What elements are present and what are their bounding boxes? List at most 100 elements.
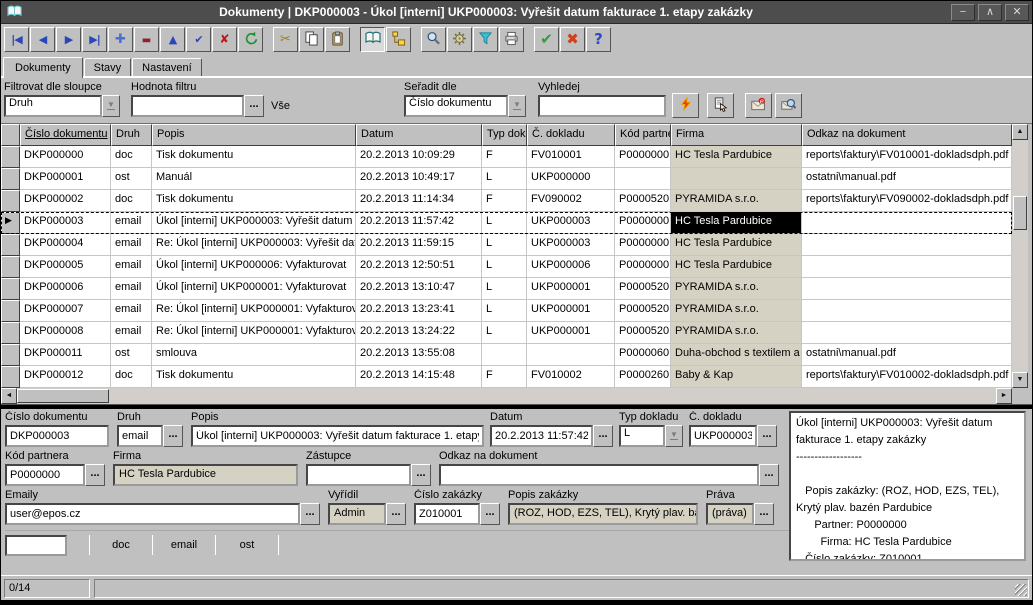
zastupce-input[interactable] (306, 464, 411, 486)
cell[interactable]: 20.2.2013 11:59:15 (356, 234, 482, 256)
cell[interactable]: FV090002 (527, 190, 615, 212)
cell[interactable]: P0000060 (615, 344, 671, 366)
cell[interactable]: 20.2.2013 13:23:41 (356, 300, 482, 322)
cell[interactable]: ost (111, 344, 152, 366)
cell[interactable]: UKP000001 (527, 300, 615, 322)
cell[interactable]: Úkol [interni] UKP000001: Vyfakturovat (152, 278, 356, 300)
cell[interactable]: HC Tesla Pardubice (671, 146, 802, 168)
type-filter-box[interactable] (5, 535, 67, 556)
cell[interactable]: L (482, 322, 527, 344)
filter-value-ellipsis-button[interactable]: ... (244, 95, 264, 117)
scroll-right-icon[interactable]: ► (996, 388, 1012, 404)
quick-search-button[interactable] (672, 93, 699, 118)
cell[interactable]: email (111, 322, 152, 344)
cell[interactable] (482, 344, 527, 366)
cell[interactable]: P0000520 (615, 322, 671, 344)
cell[interactable]: Duha-obchod s textilem a (671, 344, 802, 366)
cell[interactable]: 20.2.2013 10:09:29 (356, 146, 482, 168)
cell[interactable]: UKP000000 (527, 168, 615, 190)
tab-dokumenty[interactable]: Dokumenty (3, 57, 83, 78)
cell[interactable]: P0000260 (615, 366, 671, 388)
cell[interactable]: ostatni\manual.pdf (802, 168, 1012, 190)
cell[interactable]: 20.2.2013 13:55:08 (356, 344, 482, 366)
cell[interactable]: UKP000001 (527, 322, 615, 344)
cell[interactable]: L (482, 234, 527, 256)
chevron-down-icon[interactable]: ▼ (665, 425, 683, 447)
type-tab-doc[interactable]: doc (90, 539, 152, 551)
tab-stavy[interactable]: Stavy (84, 58, 132, 77)
cell[interactable]: reports\faktury\FV010001-dokladsdph.pdf (802, 146, 1012, 168)
cell[interactable]: DKP000004 (20, 234, 111, 256)
search-email-button[interactable] (775, 93, 802, 118)
kod-partnera-input[interactable] (5, 464, 85, 486)
delete-record-button[interactable]: ▬ (134, 27, 159, 52)
column-header[interactable]: Odkaz na dokument (802, 124, 1012, 146)
cell[interactable]: P0000000 (615, 212, 671, 234)
column-header[interactable]: Kód partnera (615, 124, 671, 146)
type-tab-ost[interactable]: ost (216, 539, 278, 551)
cell[interactable]: PYRAMIDA s.r.o. (671, 190, 802, 212)
column-header[interactable]: Firma (671, 124, 802, 146)
emaily-input[interactable] (5, 503, 300, 525)
cell[interactable]: FV010001 (527, 146, 615, 168)
cell[interactable]: 20.2.2013 14:15:48 (356, 366, 482, 388)
cell[interactable]: Re: Úkol [interni] UKP000003: Vyřešit da… (152, 234, 356, 256)
cell[interactable]: 20.2.2013 12:50:51 (356, 256, 482, 278)
settings-button[interactable] (447, 27, 472, 52)
table-row[interactable]: DKP000002docTisk dokumentu20.2.2013 11:1… (1, 190, 1012, 212)
popis-input[interactable] (191, 425, 484, 447)
sort-select[interactable]: Číslo dokumentu ▼ (404, 95, 526, 117)
cell[interactable]: email (111, 234, 152, 256)
filter-column-select[interactable]: Druh ▼ (4, 95, 120, 117)
cut-button[interactable]: ✂ (273, 27, 298, 52)
emaily-ellipsis-button[interactable]: ... (300, 503, 320, 525)
cell[interactable]: UKP000003 (527, 212, 615, 234)
minimize-button[interactable]: − (951, 4, 975, 21)
vyridil-ellipsis-button[interactable]: ... (386, 503, 406, 525)
horizontal-scrollbar[interactable]: ◄ ► (1, 388, 1012, 404)
datum-input[interactable] (490, 425, 593, 447)
table-row[interactable]: DKP000004emailRe: Úkol [interni] UKP0000… (1, 234, 1012, 256)
cancel-record-button[interactable]: ✘ (212, 27, 237, 52)
cell[interactable]: Manuál (152, 168, 356, 190)
cell[interactable]: P0000000 (615, 256, 671, 278)
copy-button[interactable] (299, 27, 324, 52)
cell[interactable]: L (482, 168, 527, 190)
druh-ellipsis-button[interactable]: ... (163, 425, 183, 447)
cell[interactable]: Úkol [interni] UKP000006: Vyfakturovat (152, 256, 356, 278)
cell[interactable]: DKP000003 (20, 212, 111, 234)
column-header[interactable]: Č. dokladu (527, 124, 615, 146)
cell[interactable]: P0000000 (615, 234, 671, 256)
help-button[interactable]: ? (586, 27, 611, 52)
cell[interactable]: smlouva (152, 344, 356, 366)
document-preview-memo[interactable]: Úkol [interni] UKP000003: Vyřešit datum … (789, 411, 1026, 561)
cell[interactable]: HC Tesla Pardubice (671, 212, 802, 234)
cell[interactable] (802, 322, 1012, 344)
cell[interactable] (802, 212, 1012, 234)
cell[interactable]: Tisk dokumentu (152, 146, 356, 168)
cislo-dokumentu-input[interactable] (5, 425, 109, 447)
filter-button[interactable] (473, 27, 498, 52)
cell[interactable]: ostatni\manual.pdf (802, 344, 1012, 366)
next-record-button[interactable]: ▶ (56, 27, 81, 52)
search-input[interactable] (538, 95, 666, 117)
table-row[interactable]: DKP000001ostManuál20.2.2013 10:49:17LUKP… (1, 168, 1012, 190)
cell[interactable] (615, 168, 671, 190)
cell[interactable]: email (111, 300, 152, 322)
kod-partnera-ellipsis-button[interactable]: ... (85, 464, 105, 486)
cell[interactable] (802, 234, 1012, 256)
c-dokladu-ellipsis-button[interactable]: ... (757, 425, 777, 447)
cell[interactable]: email (111, 256, 152, 278)
cell[interactable]: DKP000012 (20, 366, 111, 388)
table-row[interactable]: DKP000011ostsmlouva20.2.2013 13:55:08P00… (1, 344, 1012, 366)
table-row[interactable]: DKP000008emailRe: Úkol [interni] UKP0000… (1, 322, 1012, 344)
post-record-button[interactable]: ✔ (186, 27, 211, 52)
cislo-zakazky-input[interactable] (414, 503, 480, 525)
cell[interactable]: L (482, 300, 527, 322)
cell[interactable]: P0000000 (615, 146, 671, 168)
odkaz-ellipsis-button[interactable]: ... (759, 464, 779, 486)
cell[interactable]: 20.2.2013 11:57:42 (356, 212, 482, 234)
scroll-left-icon[interactable]: ◄ (1, 388, 17, 404)
send-email-button[interactable]: e (745, 93, 772, 118)
cell[interactable]: doc (111, 366, 152, 388)
